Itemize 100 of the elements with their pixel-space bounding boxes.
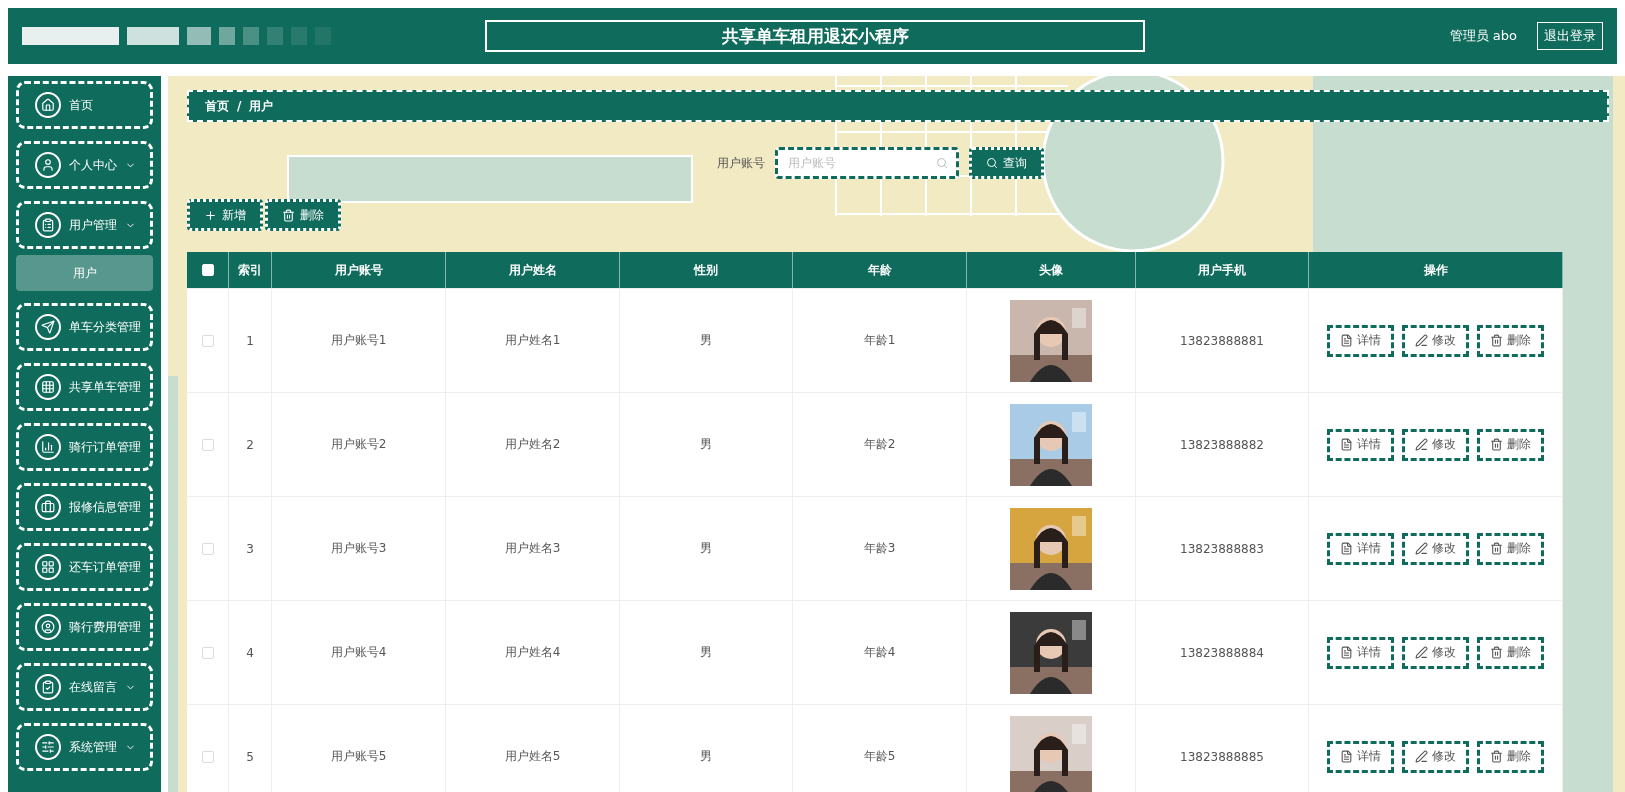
search-field[interactable]: 用户账号 (775, 147, 959, 179)
search-icon (936, 157, 948, 169)
pen-icon (1415, 334, 1428, 347)
table-cell: 年龄2 (793, 393, 967, 496)
table-cell: 3 (229, 497, 272, 600)
breadcrumb-text: 用户 (249, 97, 274, 115)
table-cell: 用户姓名3 (446, 497, 620, 600)
menu-item[interactable]: 骑行费用管理 (16, 603, 153, 651)
table-cell: 2 (229, 393, 272, 496)
table-cell: 男 (620, 601, 793, 704)
bar-chart-icon (35, 434, 61, 460)
home-icon (35, 92, 61, 118)
admin-name: 管理员 abo (1449, 27, 1517, 45)
table-cell: 用户账号3 (272, 497, 446, 600)
menu-item[interactable]: 系统管理 (16, 723, 153, 771)
detail-button[interactable]: 详情 (1327, 428, 1394, 461)
document-icon (1340, 542, 1353, 555)
menu-item[interactable]: 单车分类管理 (16, 303, 153, 351)
menu-item[interactable]: 个人中心 (16, 141, 153, 189)
document-icon (1340, 334, 1353, 347)
header-decoration (267, 27, 283, 45)
logout-link[interactable]: 退出登录 (1537, 22, 1603, 50)
menu-item[interactable]: 在线留言 (16, 663, 153, 711)
briefcase-icon (35, 494, 61, 520)
detail-button[interactable]: 详情 (1327, 532, 1394, 565)
column-header: 索引 (229, 252, 272, 288)
header-decoration (127, 27, 179, 45)
grid-icon (35, 554, 61, 580)
table-cell: 4 (229, 601, 272, 704)
table-cell: 用户账号5 (272, 705, 446, 792)
checkbox[interactable] (201, 542, 214, 555)
delete-button[interactable]: 删除 (1477, 324, 1544, 357)
edit-button[interactable]: 修改 (1402, 532, 1469, 565)
user-icon (35, 614, 61, 640)
table-cell: 年龄5 (793, 705, 967, 792)
table-cell: 男 (620, 393, 793, 496)
menu-item[interactable]: 用户管理 (16, 201, 153, 249)
table-cell: 13823888883 (1136, 497, 1309, 600)
table-cell: 用户姓名1 (446, 289, 620, 392)
checkbox[interactable] (201, 646, 214, 659)
trash-icon (1490, 334, 1503, 347)
column-header: 用户姓名 (446, 252, 620, 288)
table-cell: 男 (620, 289, 793, 392)
table-cell: 年龄3 (793, 497, 967, 600)
table-cell: 男 (620, 497, 793, 600)
paper-plane-icon (35, 314, 61, 340)
checkbox[interactable] (201, 750, 214, 763)
menu-item[interactable]: 共享单车管理 (16, 363, 153, 411)
delete-button[interactable]: 删除 (1477, 740, 1544, 773)
edit-button[interactable]: 修改 (1402, 324, 1469, 357)
menu-item[interactable]: 还车订单管理 (16, 543, 153, 591)
table-cell: 男 (620, 705, 793, 792)
delete-button[interactable]: 删除 (1477, 636, 1544, 669)
document-icon (1340, 750, 1353, 763)
pen-icon (1415, 542, 1428, 555)
table-cell: 用户姓名4 (446, 601, 620, 704)
grid-icon (35, 374, 61, 400)
header-decoration (187, 27, 211, 45)
clipboard-check-icon (35, 674, 61, 700)
search-button[interactable]: 查询 (969, 147, 1044, 179)
menu-item[interactable]: 骑行订单管理 (16, 423, 153, 471)
sliders-icon (35, 734, 61, 760)
table-cell: 13823888882 (1136, 393, 1309, 496)
column-header: 用户账号 (272, 252, 446, 288)
column-header: 用户手机 (1136, 252, 1309, 288)
pen-icon (1415, 438, 1428, 451)
trash-icon (282, 208, 295, 222)
edit-button[interactable]: 修改 (1402, 740, 1469, 773)
delete-button[interactable]: 删除 (1477, 428, 1544, 461)
table-cell: 13823888881 (1136, 289, 1309, 392)
detail-button[interactable]: 详情 (1327, 636, 1394, 669)
user-icon (35, 152, 61, 178)
checkbox[interactable] (201, 438, 214, 451)
detail-button[interactable]: 详情 (1327, 740, 1394, 773)
checkbox[interactable] (201, 334, 214, 347)
column-header: 头像 (967, 252, 1136, 288)
submenu-item[interactable]: 用户 (16, 255, 153, 291)
table-cell: 用户姓名5 (446, 705, 620, 792)
document-icon (1340, 646, 1353, 659)
add-button[interactable]: 新增 (187, 199, 263, 231)
pen-icon (1415, 646, 1428, 659)
header-decoration (291, 27, 307, 45)
clipboard-icon (35, 212, 61, 238)
trash-icon (1490, 438, 1503, 451)
detail-button[interactable]: 详情 (1327, 324, 1394, 357)
table-cell: 1 (229, 289, 272, 392)
delete-button[interactable]: 删除 (265, 199, 341, 231)
pen-icon (1415, 750, 1428, 763)
app-title: 共享单车租用退还小程序 (485, 20, 1145, 52)
trash-icon (1490, 542, 1503, 555)
table-cell: 用户账号4 (272, 601, 446, 704)
table-cell: 13823888885 (1136, 705, 1309, 792)
edit-button[interactable]: 修改 (1402, 636, 1469, 669)
menu-item[interactable]: 报修信息管理 (16, 483, 153, 531)
menu-item[interactable]: 首页 (16, 81, 153, 129)
delete-button[interactable]: 删除 (1477, 532, 1544, 565)
edit-button[interactable]: 修改 (1402, 428, 1469, 461)
breadcrumb-text[interactable]: 首页 (205, 97, 229, 115)
search-input[interactable]: 用户账号 (786, 155, 932, 171)
column-header: 年龄 (793, 252, 967, 288)
